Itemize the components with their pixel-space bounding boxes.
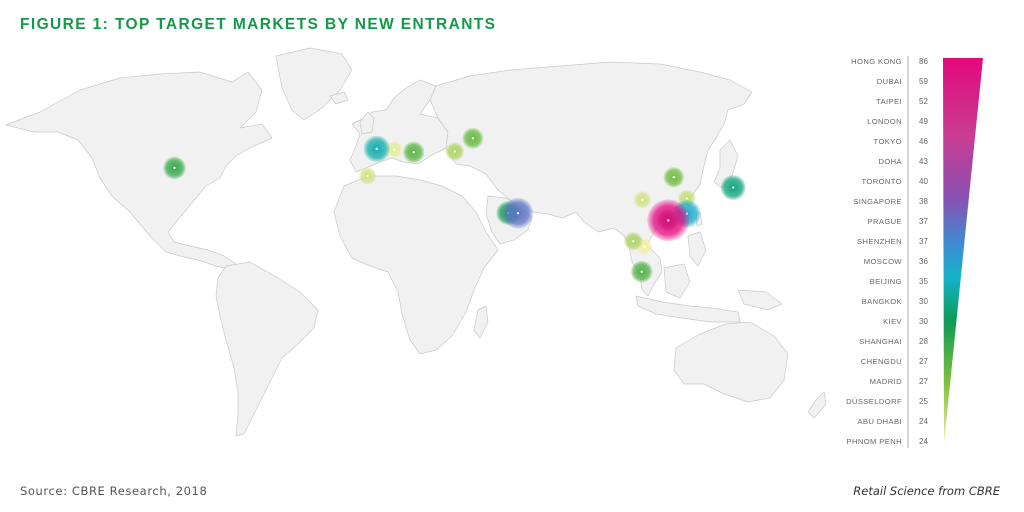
legend-label-4: LONDON	[867, 117, 902, 126]
legend-scale-wedge	[943, 58, 983, 444]
legend: HONG KONG 86 DUBAI 59 TAIPEI 52 LONDON 49 TOKYO 4…	[846, 56, 983, 448]
greenland-landmass	[275, 47, 353, 121]
indonesia-landmass	[635, 295, 741, 323]
land-masses	[5, 47, 827, 437]
market-dot-moscow	[471, 137, 475, 140]
legend-label-9: PRAGUE	[868, 217, 902, 226]
market-dot-london	[375, 147, 378, 151]
legend-value-12: 35	[919, 277, 928, 286]
borneo-landmass	[663, 263, 691, 299]
legend-value-11: 36	[919, 257, 928, 266]
legend-label-2: DUBAI	[877, 77, 902, 86]
legend-value-19: 24	[919, 417, 928, 426]
market-dot-tokyo	[732, 186, 735, 189]
market-dot-toronto	[173, 166, 176, 170]
australia-landmass	[673, 321, 789, 403]
new-guinea-landmass	[737, 289, 783, 311]
legend-rows: HONG KONG 86 DUBAI 59 TAIPEI 52 LONDON 49 TOKYO 4…	[846, 57, 928, 446]
legend-label-18: DÜSSELDORF	[846, 397, 902, 406]
legend-label-11: MOSCOW	[864, 257, 903, 266]
legend-value-14: 30	[919, 317, 928, 326]
world-map	[5, 47, 827, 437]
legend-value-6: 43	[919, 157, 928, 166]
legend-value-18: 25	[919, 397, 928, 406]
legend-label-10: SHENZHEN	[857, 237, 902, 246]
market-dot-shanghai	[685, 197, 689, 200]
legend-label-13: BANGKOK	[862, 297, 902, 306]
market-dot-phnom-penh	[643, 245, 646, 248]
market-dot-madrid	[366, 174, 369, 178]
legend-label-16: CHENGDU	[861, 357, 902, 366]
legend-value-15: 28	[919, 337, 928, 346]
market-dot-kiev	[453, 150, 456, 153]
market-dot-chengdu	[641, 198, 644, 201]
africa-landmass	[333, 175, 499, 355]
legend-value-8: 38	[919, 197, 928, 206]
market-dot-hong-kong	[667, 219, 670, 222]
legend-value-16: 27	[919, 357, 928, 366]
legend-label-17: MADRID	[870, 377, 902, 386]
legend-value-7: 40	[919, 177, 928, 186]
legend-label-15: SHANGHAI	[859, 337, 902, 346]
legend-value-2: 59	[919, 77, 928, 86]
madagascar-landmass	[473, 305, 489, 339]
legend-label-6: DOHA	[878, 157, 902, 166]
legend-value-17: 27	[919, 377, 928, 386]
legend-value-1: 86	[919, 57, 928, 66]
legend-label-3: TAIPEI	[876, 97, 902, 106]
south-america-landmass	[215, 261, 319, 437]
north-america-landmass	[5, 71, 273, 271]
legend-value-20: 24	[919, 437, 928, 446]
legend-value-10: 37	[919, 237, 928, 246]
legend-value-9: 37	[919, 217, 928, 226]
legend-label-8: SINGAPORE	[853, 197, 902, 206]
legend-value-4: 49	[919, 117, 928, 126]
philippines-landmass	[687, 231, 707, 267]
legend-label-14: KIEV	[883, 317, 902, 326]
market-dot-singapore	[640, 270, 643, 273]
legend-label-12: BEIJING	[870, 277, 902, 286]
brand-tagline: Retail Science from CBRE	[853, 484, 1000, 498]
legend-label-19: ABU DHABI	[857, 417, 902, 426]
legend-value-3: 52	[919, 97, 928, 106]
chart-title: FIGURE 1: TOP TARGET MARKETS BY NEW ENTR…	[20, 16, 497, 33]
legend-value-5: 46	[919, 137, 928, 146]
legend-value-13: 30	[919, 297, 928, 306]
new-zealand-landmass	[807, 391, 827, 419]
market-dot-beijing	[672, 176, 676, 179]
market-dot-prague	[412, 151, 415, 154]
legend-label-5: TOKYO	[874, 137, 902, 146]
legend-label-1: HONG KONG	[851, 57, 902, 66]
legend-label-20: PHNOM PENH	[847, 437, 902, 446]
market-dot-bangkok	[632, 239, 635, 243]
market-dot-dubai	[516, 212, 520, 215]
market-dot-d-sseldorf	[393, 148, 396, 151]
source-note: Source: CBRE Research, 2018	[20, 484, 208, 498]
legend-label-7: TORONTO	[862, 177, 903, 186]
